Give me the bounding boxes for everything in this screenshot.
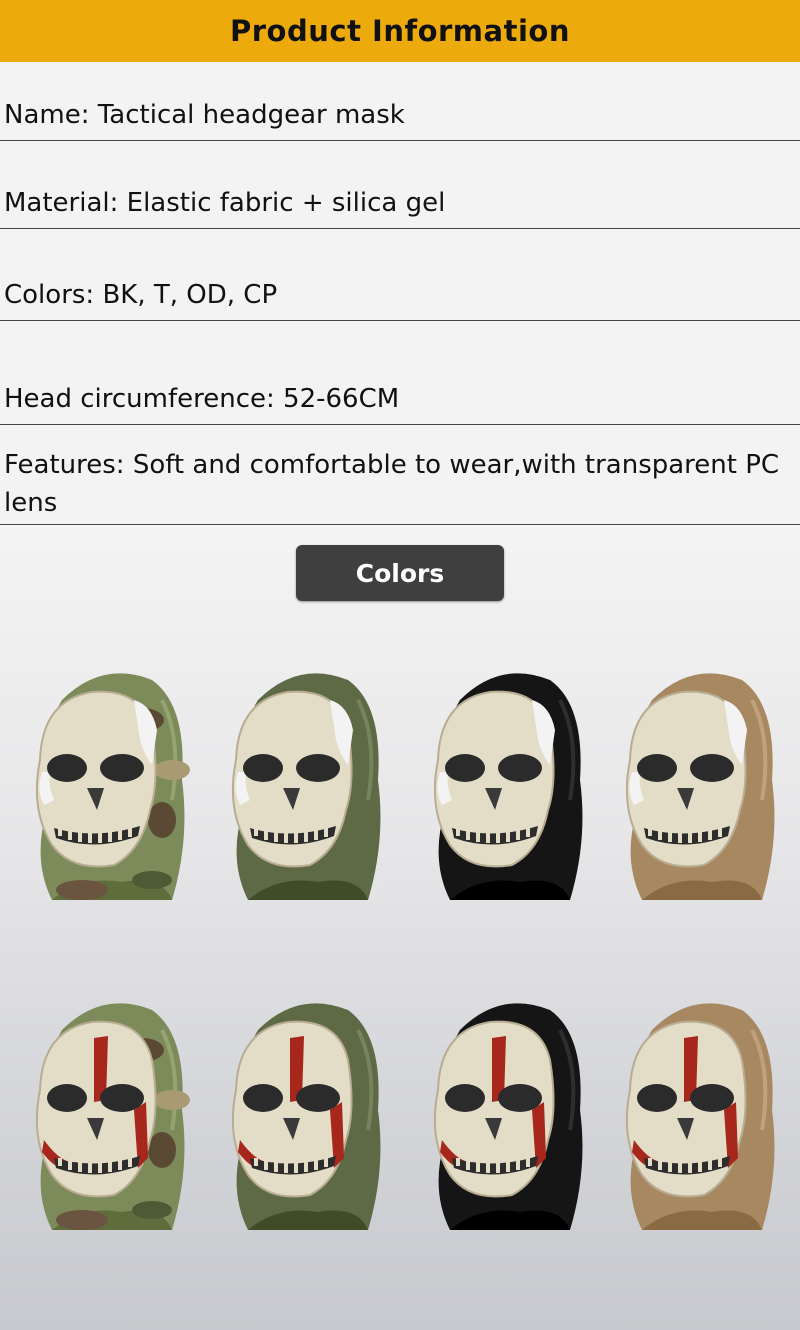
head-circumference-text: Head circumference: 52-66CM bbox=[4, 384, 400, 414]
mask-black-red bbox=[420, 990, 590, 1230]
mask-tan-white bbox=[612, 660, 782, 900]
info-row-features: Features: Soft and comfortable to wear,w… bbox=[0, 425, 800, 525]
colors-gallery: Colors bbox=[0, 525, 800, 1330]
eye-lens-right bbox=[690, 1084, 734, 1112]
mask-tan-red bbox=[612, 990, 782, 1230]
features-text: Features: Soft and comfortable to wear,w… bbox=[4, 450, 780, 518]
info-row-name: Name: Tactical headgear mask bbox=[0, 62, 800, 141]
mask-camo-red bbox=[22, 990, 192, 1230]
eye-lens-left bbox=[445, 754, 485, 782]
eye-lens-right bbox=[296, 1084, 340, 1112]
eye-lens-right bbox=[100, 754, 144, 782]
eye-lens-left bbox=[445, 1084, 485, 1112]
colors-text: Colors: BK, T, OD, CP bbox=[4, 280, 278, 310]
mask-camo-white bbox=[22, 660, 192, 900]
eye-lens-left bbox=[47, 754, 87, 782]
mask-olive-white bbox=[218, 660, 388, 900]
info-row-material: Material: Elastic fabric + silica gel bbox=[0, 141, 800, 229]
header-title: Product Information bbox=[230, 14, 570, 48]
eye-lens-left bbox=[243, 1084, 283, 1112]
eye-lens-left bbox=[637, 1084, 677, 1112]
eye-lens-left bbox=[243, 754, 283, 782]
mask-black-white bbox=[420, 660, 590, 900]
eye-lens-right bbox=[296, 754, 340, 782]
info-row-colors: Colors: BK, T, OD, CP bbox=[0, 229, 800, 321]
product-info-header: Product Information bbox=[0, 0, 800, 62]
eye-lens-right bbox=[498, 1084, 542, 1112]
eye-lens-right bbox=[690, 754, 734, 782]
material-text: Material: Elastic fabric + silica gel bbox=[4, 188, 446, 218]
mask-olive-red bbox=[218, 990, 388, 1230]
eye-lens-right bbox=[498, 754, 542, 782]
colors-button[interactable]: Colors bbox=[296, 545, 504, 601]
eye-lens-right bbox=[100, 1084, 144, 1112]
info-row-head: Head circumference: 52-66CM bbox=[0, 321, 800, 425]
name-text: Name: Tactical headgear mask bbox=[4, 100, 405, 130]
eye-lens-left bbox=[47, 1084, 87, 1112]
eye-lens-left bbox=[637, 754, 677, 782]
